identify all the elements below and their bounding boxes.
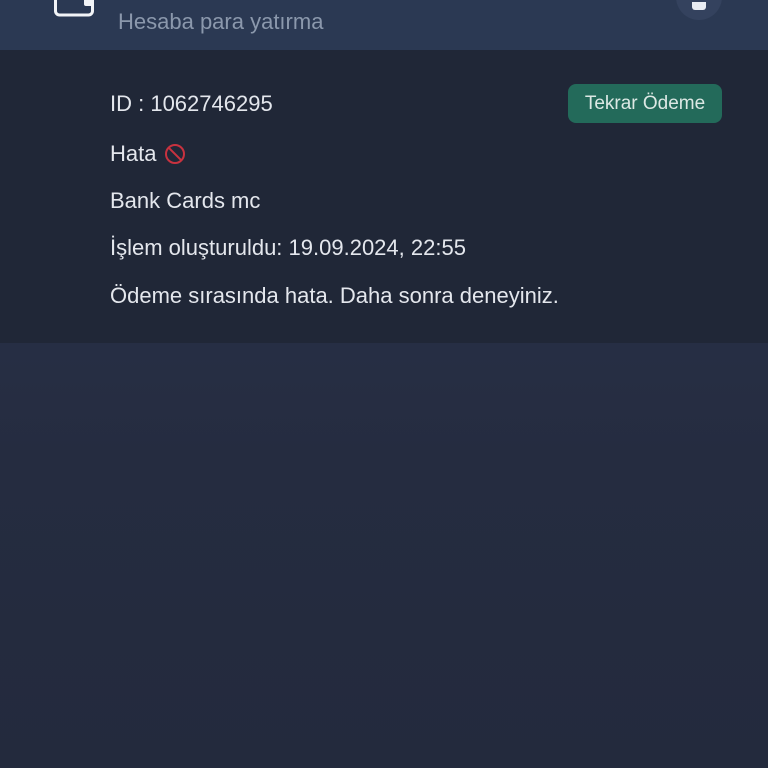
created-at: İşlem oluşturuldu: 19.09.2024, 22:55	[110, 234, 466, 262]
notification-button[interactable]	[676, 0, 722, 20]
wallet-icon[interactable]	[54, 0, 94, 18]
notification-icon	[692, 2, 706, 10]
error-message: Ödeme sırasında hata. Daha sonra deneyin…	[110, 283, 559, 308]
page-header: Hesaba para yatırma	[0, 0, 768, 50]
transaction-card: ID : 1062746295 Tekrar Ödeme Hata Bank C…	[0, 50, 768, 343]
created-label: İşlem oluşturuldu:	[110, 235, 283, 260]
payment-method: Bank Cards mc	[110, 188, 261, 213]
prohibited-icon	[164, 143, 186, 165]
retry-payment-button[interactable]: Tekrar Ödeme	[568, 84, 722, 123]
transaction-status: Hata	[110, 140, 186, 168]
created-value: 19.09.2024, 22:55	[288, 235, 466, 260]
page-title: Hesaba para yatırma	[118, 9, 324, 34]
transaction-id: ID : 1062746295	[110, 91, 273, 116]
status-text: Hata	[110, 141, 157, 166]
